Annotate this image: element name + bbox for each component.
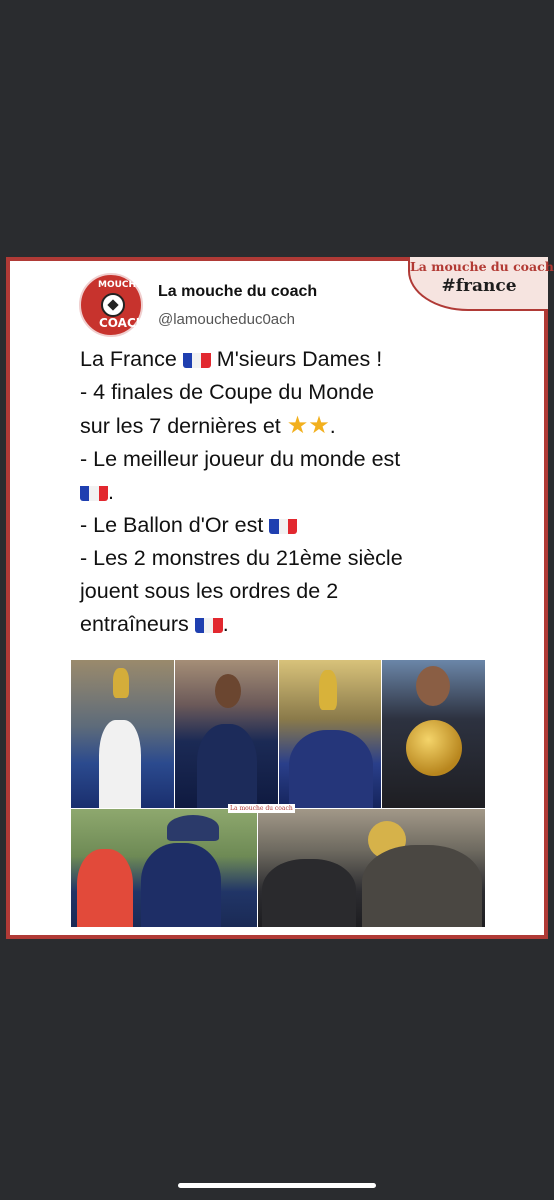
post-card: La mouche du coach #france MOUCHE COACH …: [6, 257, 554, 939]
france-flag-icon: [182, 349, 211, 368]
tweet-line: .: [80, 476, 520, 509]
photo-coach-training[interactable]: [71, 809, 257, 927]
star-icon: ★: [308, 412, 330, 439]
tweet-text-segment: La France: [80, 347, 177, 371]
player-head-shape: [215, 674, 241, 708]
star-icon: ★: [286, 412, 309, 439]
tweet-line: - 4 finales de Coupe du Monde: [80, 380, 375, 404]
cap-shape: [167, 815, 219, 841]
trophy-shape: [113, 668, 129, 698]
tweet-line: jouent sous les ordres de 2: [80, 579, 339, 603]
france-flag-icon: [269, 515, 298, 534]
player-shape: [77, 849, 133, 927]
tweet-text-segment: .: [222, 612, 229, 636]
soccer-ball-icon: [101, 293, 125, 317]
photo-collage[interactable]: La mouche du coach: [71, 660, 485, 930]
photo-trophy-1998[interactable]: [71, 660, 174, 808]
photo-trophy-2018[interactable]: [279, 660, 381, 808]
tweet-text-segment: - Le Ballon d'Or est: [80, 513, 264, 537]
brand-tag: La mouche du coach #france: [408, 257, 554, 311]
france-flag-icon: [80, 482, 108, 501]
brand-tag-hashtag: #france: [441, 276, 517, 296]
tweet-line: - Les 2 monstres du 21ème siècle: [80, 546, 403, 570]
tweet-text-segment: sur les 7 dernières et: [80, 414, 281, 438]
player-shape: [197, 724, 257, 808]
tweet-line: sur les 7 dernières et ★★.: [80, 409, 520, 443]
brand-tag-name: La mouche du coach: [410, 259, 554, 274]
photo-coach-presentation[interactable]: [258, 809, 485, 927]
player-shape: [99, 720, 141, 808]
ballon-dor-shape: [406, 720, 462, 776]
photo-player-blue-jersey[interactable]: [175, 660, 278, 808]
player-shape: [362, 845, 482, 927]
tweet-text-segment: .: [108, 480, 114, 504]
tweet-text: La France M'sieurs Dames ! - 4 finales d…: [80, 343, 520, 641]
france-flag-icon: [194, 614, 223, 633]
avatar[interactable]: MOUCHE COACH: [79, 273, 146, 337]
account-handle[interactable]: @lamoucheduc0ach: [158, 311, 295, 328]
coach-shape: [141, 843, 221, 927]
account-name[interactable]: La mouche du coach: [158, 283, 317, 301]
trophy-shape: [319, 670, 337, 710]
tweet-text-segment: entraîneurs: [80, 612, 189, 636]
collage-watermark: La mouche du coach: [228, 804, 295, 813]
tweet-line: La France M'sieurs Dames !: [80, 343, 520, 376]
team-shape: [289, 730, 373, 808]
tweet-text-segment: M'sieurs Dames !: [216, 347, 383, 371]
player-head-shape: [416, 666, 450, 706]
tweet-line: - Le Ballon d'Or est: [80, 509, 520, 542]
tweet-line: entraîneurs .: [80, 608, 520, 641]
tweet-line: - Le meilleur joueur du monde est: [80, 447, 401, 471]
tweet-text-segment: .: [329, 414, 336, 438]
photo-ballon-dor[interactable]: [382, 660, 485, 808]
coach-shape: [262, 859, 356, 927]
logo-bottom-text: COACH: [99, 316, 146, 330]
home-indicator[interactable]: [178, 1183, 376, 1188]
logo-top-text: MOUCHE: [98, 280, 143, 290]
